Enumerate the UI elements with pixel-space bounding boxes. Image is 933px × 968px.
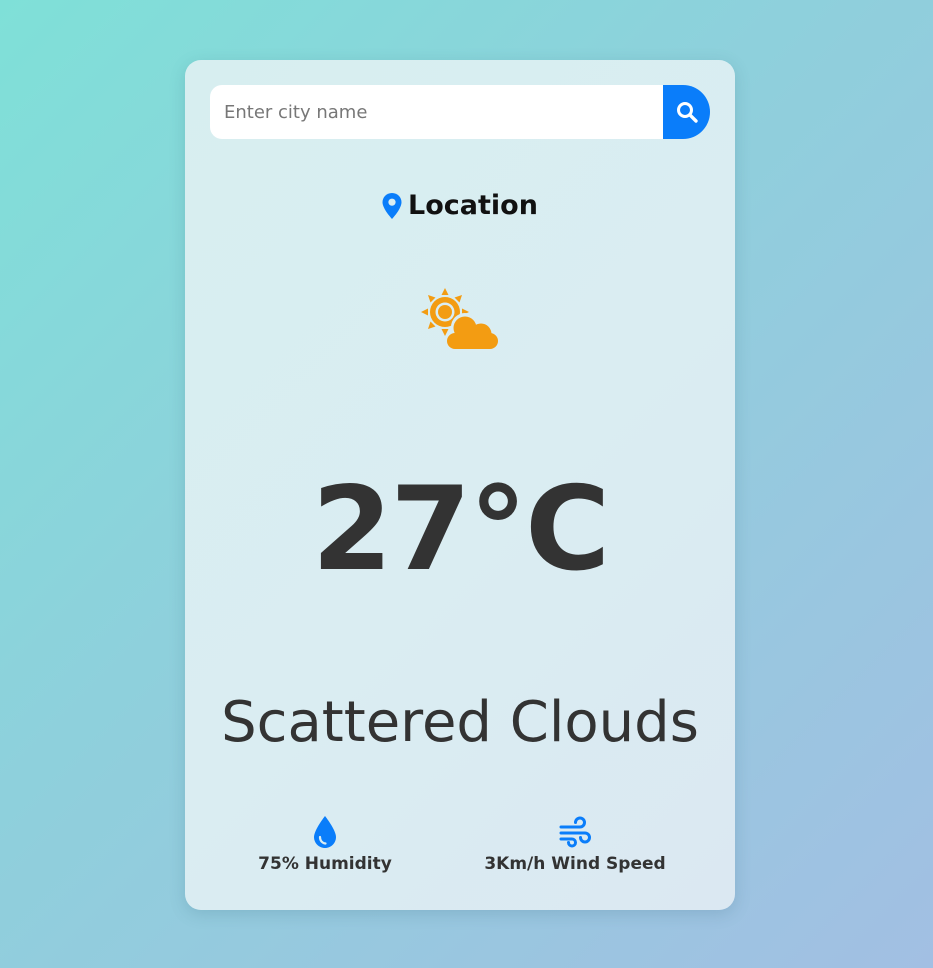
water-drop-icon [314, 816, 336, 848]
wind-label: 3Km/h Wind Speed [484, 854, 666, 874]
search-bar [210, 85, 710, 139]
temperature-value: 27°C [311, 462, 611, 597]
wind-icon [559, 816, 591, 848]
wind-stat: 3Km/h Wind Speed [475, 816, 675, 874]
search-icon [676, 102, 698, 123]
map-pin-icon [382, 192, 402, 219]
location-label: Location [408, 190, 538, 221]
weather-description: Scattered Clouds [221, 690, 699, 755]
partly-cloudy-icon [421, 288, 500, 352]
search-input[interactable] [210, 85, 663, 139]
humidity-stat: 75% Humidity [240, 816, 410, 874]
weather-card: Location 27°C Scattered Clouds [185, 60, 735, 910]
location-header: Location [185, 190, 735, 221]
search-button[interactable] [663, 85, 710, 139]
humidity-label: 75% Humidity [258, 854, 392, 874]
